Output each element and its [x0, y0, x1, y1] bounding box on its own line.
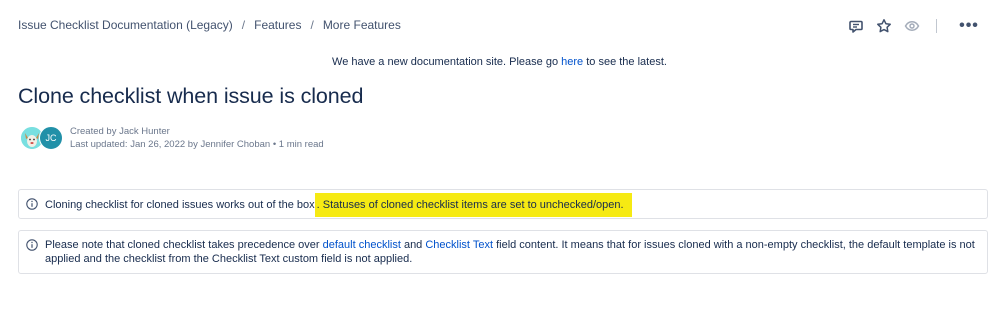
contributor-avatars[interactable]: JC — [18, 124, 66, 152]
notice-text-before: We have a new documentation site. Please… — [332, 56, 562, 68]
page-actions: ••• — [846, 16, 979, 36]
breadcrumb-item-features[interactable]: Features — [254, 18, 301, 32]
actions-divider — [936, 19, 937, 33]
comment-icon[interactable] — [846, 16, 866, 36]
breadcrumb-separator: / — [310, 18, 314, 32]
star-icon[interactable] — [874, 16, 894, 36]
last-updated[interactable]: Last updated: Jan 26, 2022 by Jennifer C… — [70, 139, 270, 150]
info-icon — [26, 198, 38, 210]
page-title: Clone checklist when issue is cloned — [18, 84, 364, 108]
default-checklist-link[interactable]: default checklist — [323, 239, 401, 251]
panel2-text-1: Please note that cloned checklist takes … — [45, 239, 323, 251]
notice-link-here[interactable]: here — [561, 56, 583, 68]
documentation-notice: We have a new documentation site. Please… — [0, 56, 999, 68]
breadcrumb-item-more-features[interactable]: More Features — [323, 18, 401, 32]
panel-text: Please note that cloned checklist takes … — [45, 238, 979, 266]
last-updated-line: Last updated: Jan 26, 2022 by Jennifer C… — [70, 138, 324, 151]
breadcrumb-separator: / — [241, 18, 246, 32]
checklist-text-link[interactable]: Checklist Text — [425, 239, 493, 251]
notice-text-after: to see the latest. — [583, 56, 667, 68]
breadcrumb: Issue Checklist Documentation (Legacy) /… — [18, 18, 401, 32]
panel2-text-2: and — [400, 239, 426, 251]
read-time: 1 min read — [278, 139, 324, 150]
highlighted-text: . Statuses of cloned checklist items are… — [314, 193, 632, 217]
info-panel-note: Please note that cloned checklist takes … — [18, 230, 988, 274]
avatar: JC — [39, 126, 63, 150]
breadcrumb-item-documentation[interactable]: Issue Checklist Documentation (Legacy) — [18, 18, 233, 32]
info-panel: Cloning checklist for cloned issues work… — [18, 189, 988, 219]
created-by: Created by Jack Hunter — [70, 126, 170, 137]
panel-text-plain: Cloning checklist for cloned issues work… — [45, 199, 315, 211]
eye-icon[interactable] — [902, 16, 922, 36]
byline-meta: Created by Jack Hunter Last updated: Jan… — [70, 125, 324, 151]
byline-dot: • — [270, 139, 279, 150]
info-icon — [26, 239, 38, 251]
panel-text: Cloning checklist for cloned issues work… — [45, 193, 632, 217]
more-icon[interactable]: ••• — [959, 16, 979, 36]
byline: JC Created by Jack Hunter Last updated: … — [18, 124, 324, 152]
